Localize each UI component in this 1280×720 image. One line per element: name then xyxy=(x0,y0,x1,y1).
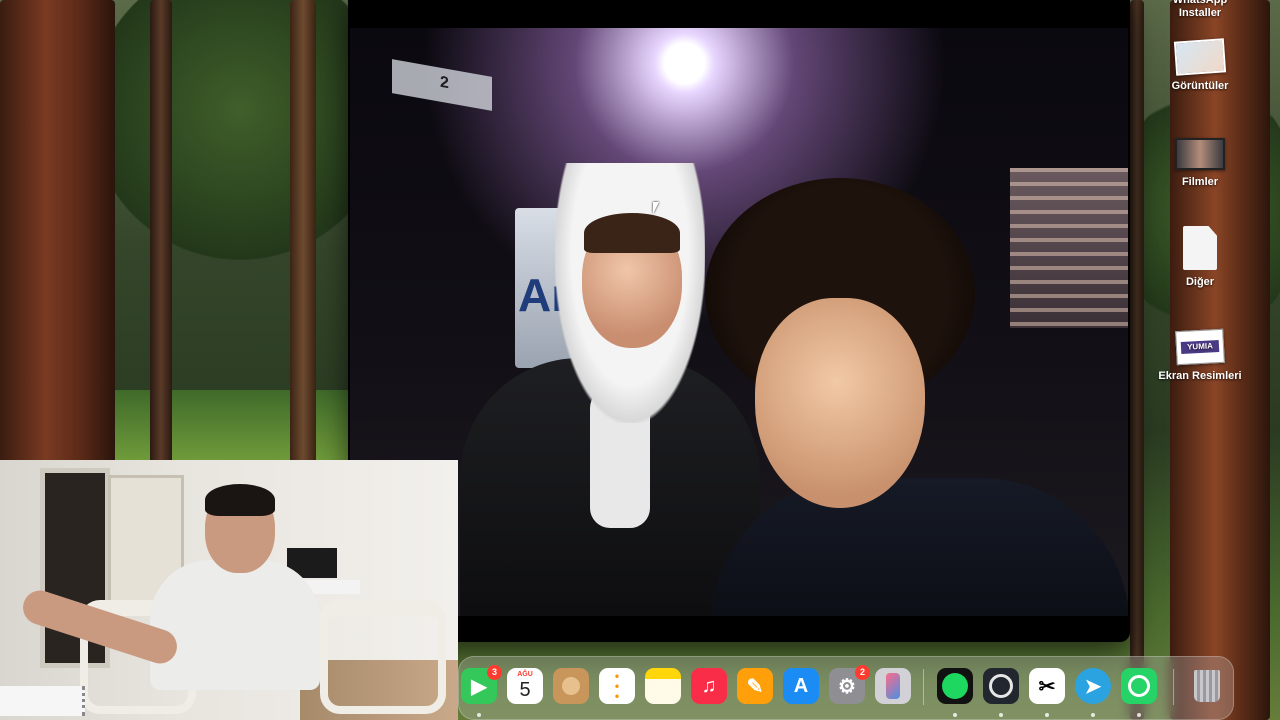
dock-music[interactable]: ♫ xyxy=(691,668,727,704)
mouse-cursor-icon xyxy=(653,202,659,214)
photo-person-right-face xyxy=(755,298,925,508)
desktop-item-label: WhatsApp Installer xyxy=(1172,0,1228,19)
webcam-person-body xyxy=(150,560,320,690)
calendar-month: AĞU xyxy=(517,671,533,678)
dock-obs[interactable] xyxy=(983,668,1019,704)
tree-foliage xyxy=(90,0,390,260)
facetime-badge: 3 xyxy=(487,665,502,680)
capcut-icon: ✂ xyxy=(1038,675,1056,698)
desktop-item-label: Görüntüler xyxy=(1171,80,1229,92)
calendar-day: 5 xyxy=(519,679,531,701)
desktop-item-images[interactable]: Görüntüler xyxy=(1120,38,1280,92)
running-indicator xyxy=(1137,713,1141,717)
running-indicator xyxy=(999,713,1003,717)
facetime-icon: ▶ xyxy=(471,675,487,698)
settings-gear-icon: ⚙ xyxy=(838,675,856,698)
webcam-notebook xyxy=(0,686,85,716)
pages-icon: ✎ xyxy=(746,675,764,698)
music-icon: ♫ xyxy=(701,674,717,697)
spotify-icon xyxy=(942,673,968,699)
screenshots-folder-icon: YUMIA xyxy=(1175,328,1225,366)
photo-person-left-hair xyxy=(584,213,680,253)
obs-icon xyxy=(989,674,1013,698)
telegram-icon: ➤ xyxy=(1084,675,1102,698)
dock-capcut[interactable]: ✂ xyxy=(1029,668,1065,704)
running-indicator xyxy=(477,713,481,717)
dock-contacts[interactable] xyxy=(553,668,589,704)
dock-iphone-mirroring[interactable] xyxy=(875,668,911,704)
photo-viewer-window[interactable]: 2 Ar xyxy=(348,0,1130,642)
trash-icon xyxy=(1194,670,1220,702)
desktop-item-label: Ekran Resimleri xyxy=(1158,370,1242,382)
running-indicator xyxy=(1091,713,1095,717)
document-icon xyxy=(1183,226,1217,270)
reminders-icon: • • • xyxy=(614,669,620,703)
photo-person-right-body xyxy=(710,478,1128,616)
dock-spotify[interactable] xyxy=(937,668,973,704)
desktop-item-whatsapp-installer[interactable]: WhatsApp Installer xyxy=(1120,0,1280,20)
iphone-mirroring-icon xyxy=(886,673,900,699)
dock-app-store[interactable]: A xyxy=(783,668,819,704)
photo-sign: 2 xyxy=(392,59,492,111)
dock-calendar[interactable]: AĞU 5 xyxy=(507,668,543,704)
dock-notes[interactable] xyxy=(645,668,681,704)
dock-separator xyxy=(923,669,924,705)
dock-separator xyxy=(1173,669,1174,705)
desktop-item-other[interactable]: Diğer xyxy=(1120,226,1280,288)
photo-sign-number: 2 xyxy=(440,73,449,93)
webcam-chair xyxy=(320,600,446,714)
whatsapp-icon xyxy=(1128,675,1150,697)
desktop-item-label: Diğer xyxy=(1185,276,1215,288)
dock-telegram[interactable]: ➤ xyxy=(1075,668,1111,704)
images-folder-icon xyxy=(1173,38,1227,76)
running-indicator xyxy=(1045,713,1049,717)
settings-badge: 2 xyxy=(855,665,870,680)
webcam-person-hair xyxy=(205,484,275,516)
desktop-item-movies[interactable]: Filmler xyxy=(1120,138,1280,188)
webcam-overlay xyxy=(0,460,458,720)
dock-whatsapp[interactable] xyxy=(1121,668,1157,704)
dock-trash[interactable] xyxy=(1189,668,1225,704)
app-store-icon: A xyxy=(793,674,809,697)
dock: ▶ 3 AĞU 5 • • • ♫ ✎ A ⚙ 2 ✂ ➤ xyxy=(458,656,1234,720)
desktop-item-screenshots[interactable]: YUMIA Ekran Resimleri xyxy=(1120,328,1280,382)
screenshot-thumb-text: YUMIA xyxy=(1180,340,1220,354)
contacts-icon xyxy=(562,677,580,695)
photo-image[interactable]: 2 Ar xyxy=(350,28,1128,616)
desktop-item-label: Filmler xyxy=(1181,176,1219,188)
movies-folder-icon xyxy=(1175,138,1225,170)
running-indicator xyxy=(953,713,957,717)
dock-reminders[interactable]: • • • xyxy=(599,668,635,704)
dock-pages[interactable]: ✎ xyxy=(737,668,773,704)
photo-building xyxy=(1010,168,1128,328)
